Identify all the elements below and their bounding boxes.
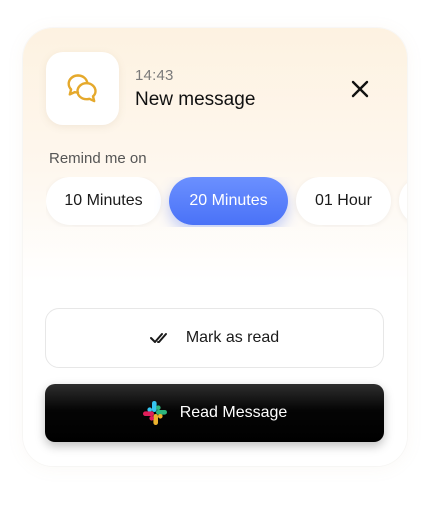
close-icon xyxy=(351,80,369,98)
remind-label: Remind me on xyxy=(49,150,147,167)
mark-as-read-button[interactable]: Mark as read xyxy=(45,308,384,368)
notification-title: New message xyxy=(135,89,256,110)
slack-logo-icon xyxy=(142,400,168,426)
reminder-option-20-minutes[interactable]: 20 Minutes xyxy=(169,177,288,225)
chat-bubbles-icon xyxy=(64,70,102,108)
read-message-button[interactable]: Read Message xyxy=(45,384,384,442)
app-icon-tile xyxy=(46,52,119,125)
notification-card: 14:43 New message Remind me on 10 Minute… xyxy=(23,28,407,466)
notification-time: 14:43 xyxy=(135,67,174,84)
double-check-icon xyxy=(149,331,174,345)
reminder-option-01-hour[interactable]: 01 Hour xyxy=(296,177,391,225)
reminder-options: 10 Minutes 20 Minutes 01 Hour xyxy=(46,177,407,227)
close-button[interactable] xyxy=(346,75,374,103)
reminder-option-10-minutes[interactable]: 10 Minutes xyxy=(46,177,161,225)
reminder-option-more[interactable] xyxy=(399,177,407,225)
mark-as-read-label: Mark as read xyxy=(185,329,280,346)
read-message-label: Read Message xyxy=(179,404,288,421)
